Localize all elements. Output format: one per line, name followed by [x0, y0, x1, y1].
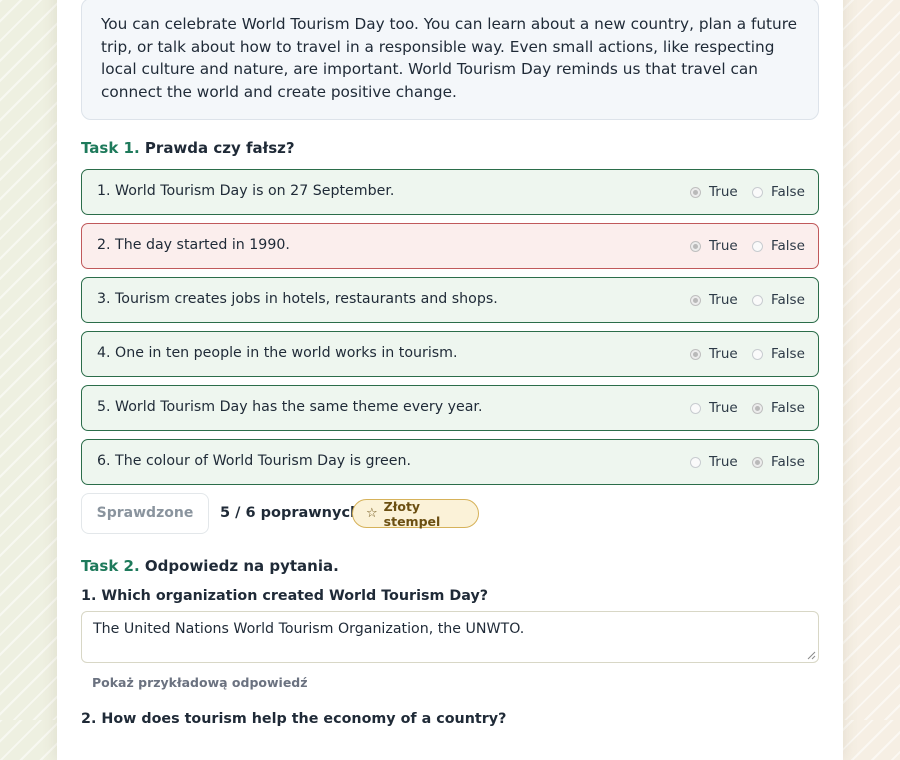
- tf-row: 3. Tourism creates jobs in hotels, resta…: [81, 277, 819, 323]
- false-option[interactable]: False: [752, 170, 805, 214]
- question-1-label: 1. Which organization created World Tour…: [81, 588, 489, 604]
- false-radio[interactable]: [752, 240, 763, 252]
- tf-statement: 5. World Tourism Day has the same theme …: [97, 399, 483, 415]
- score-text: 5 / 6 poprawnych: [220, 505, 361, 521]
- true-option[interactable]: True: [690, 278, 738, 322]
- false-option[interactable]: False: [752, 278, 805, 322]
- true-option[interactable]: True: [690, 386, 738, 430]
- tf-row: 6. The colour of World Tourism Day is gr…: [81, 439, 819, 485]
- true-radio[interactable]: [690, 402, 701, 414]
- false-label: False: [771, 454, 805, 470]
- false-label: False: [771, 292, 805, 308]
- answer-1-text: The United Nations World Tourism Organiz…: [93, 621, 525, 637]
- reading-text: You can celebrate World Tourism Day too.…: [101, 15, 798, 102]
- true-option[interactable]: True: [690, 440, 738, 484]
- true-radio[interactable]: [690, 294, 701, 306]
- task1-title: Prawda czy fałsz?: [144, 139, 295, 157]
- answer-1-textarea[interactable]: The United Nations World Tourism Organiz…: [81, 611, 819, 663]
- true-radio[interactable]: [690, 456, 701, 468]
- false-radio[interactable]: [752, 348, 763, 360]
- true-radio[interactable]: [690, 240, 701, 252]
- false-radio[interactable]: [752, 294, 763, 306]
- tf-statement: 1. World Tourism Day is on 27 September.: [97, 183, 395, 199]
- false-radio[interactable]: [752, 402, 763, 414]
- badge-label: Złoty stempel: [383, 498, 441, 529]
- true-label: True: [709, 238, 738, 254]
- question-2-label: 2. How does tourism help the economy of …: [81, 711, 507, 727]
- true-option[interactable]: True: [690, 332, 738, 376]
- task2-heading: Task 2. Odpowiedz na pytania.: [81, 557, 339, 575]
- false-option[interactable]: False: [752, 386, 805, 430]
- check-button[interactable]: Sprawdzone: [81, 493, 209, 534]
- tf-row: 4. One in ten people in the world works …: [81, 331, 819, 377]
- true-radio[interactable]: [690, 348, 701, 360]
- false-radio[interactable]: [752, 456, 763, 468]
- true-option[interactable]: True: [690, 224, 738, 268]
- true-option[interactable]: True: [690, 170, 738, 214]
- true-label: True: [709, 454, 738, 470]
- false-label: False: [771, 346, 805, 362]
- tf-statement: 3. Tourism creates jobs in hotels, resta…: [97, 291, 498, 307]
- task1-number: Task 1.: [81, 139, 140, 157]
- false-label: False: [771, 238, 805, 254]
- star-icon: ☆: [366, 506, 378, 521]
- resize-handle-icon[interactable]: [807, 651, 816, 660]
- true-label: True: [709, 184, 738, 200]
- tf-row: 1. World Tourism Day is on 27 September.…: [81, 169, 819, 215]
- true-label: True: [709, 346, 738, 362]
- true-label: True: [709, 292, 738, 308]
- false-option[interactable]: False: [752, 224, 805, 268]
- show-sample-answer-link[interactable]: Pokaż przykładową odpowiedź: [92, 675, 308, 690]
- tf-statement: 6. The colour of World Tourism Day is gr…: [97, 453, 412, 469]
- task1-heading: Task 1. Prawda czy fałsz?: [81, 139, 295, 157]
- false-option[interactable]: False: [752, 332, 805, 376]
- task2-number: Task 2.: [81, 557, 140, 575]
- tf-row: 2. The day started in 1990. True False: [81, 223, 819, 269]
- task2-title: Odpowiedz na pytania.: [144, 557, 339, 575]
- false-label: False: [771, 400, 805, 416]
- tf-row: 5. World Tourism Day has the same theme …: [81, 385, 819, 431]
- false-radio[interactable]: [752, 186, 763, 198]
- tf-statement: 2. The day started in 1990.: [97, 237, 290, 253]
- false-option[interactable]: False: [752, 440, 805, 484]
- tf-statement: 4. One in ten people in the world works …: [97, 345, 458, 361]
- true-radio[interactable]: [690, 186, 701, 198]
- true-label: True: [709, 400, 738, 416]
- false-label: False: [771, 184, 805, 200]
- gold-stamp-badge: ☆ Złoty stempel: [352, 498, 479, 529]
- reading-passage: You can celebrate World Tourism Day too.…: [81, 0, 819, 120]
